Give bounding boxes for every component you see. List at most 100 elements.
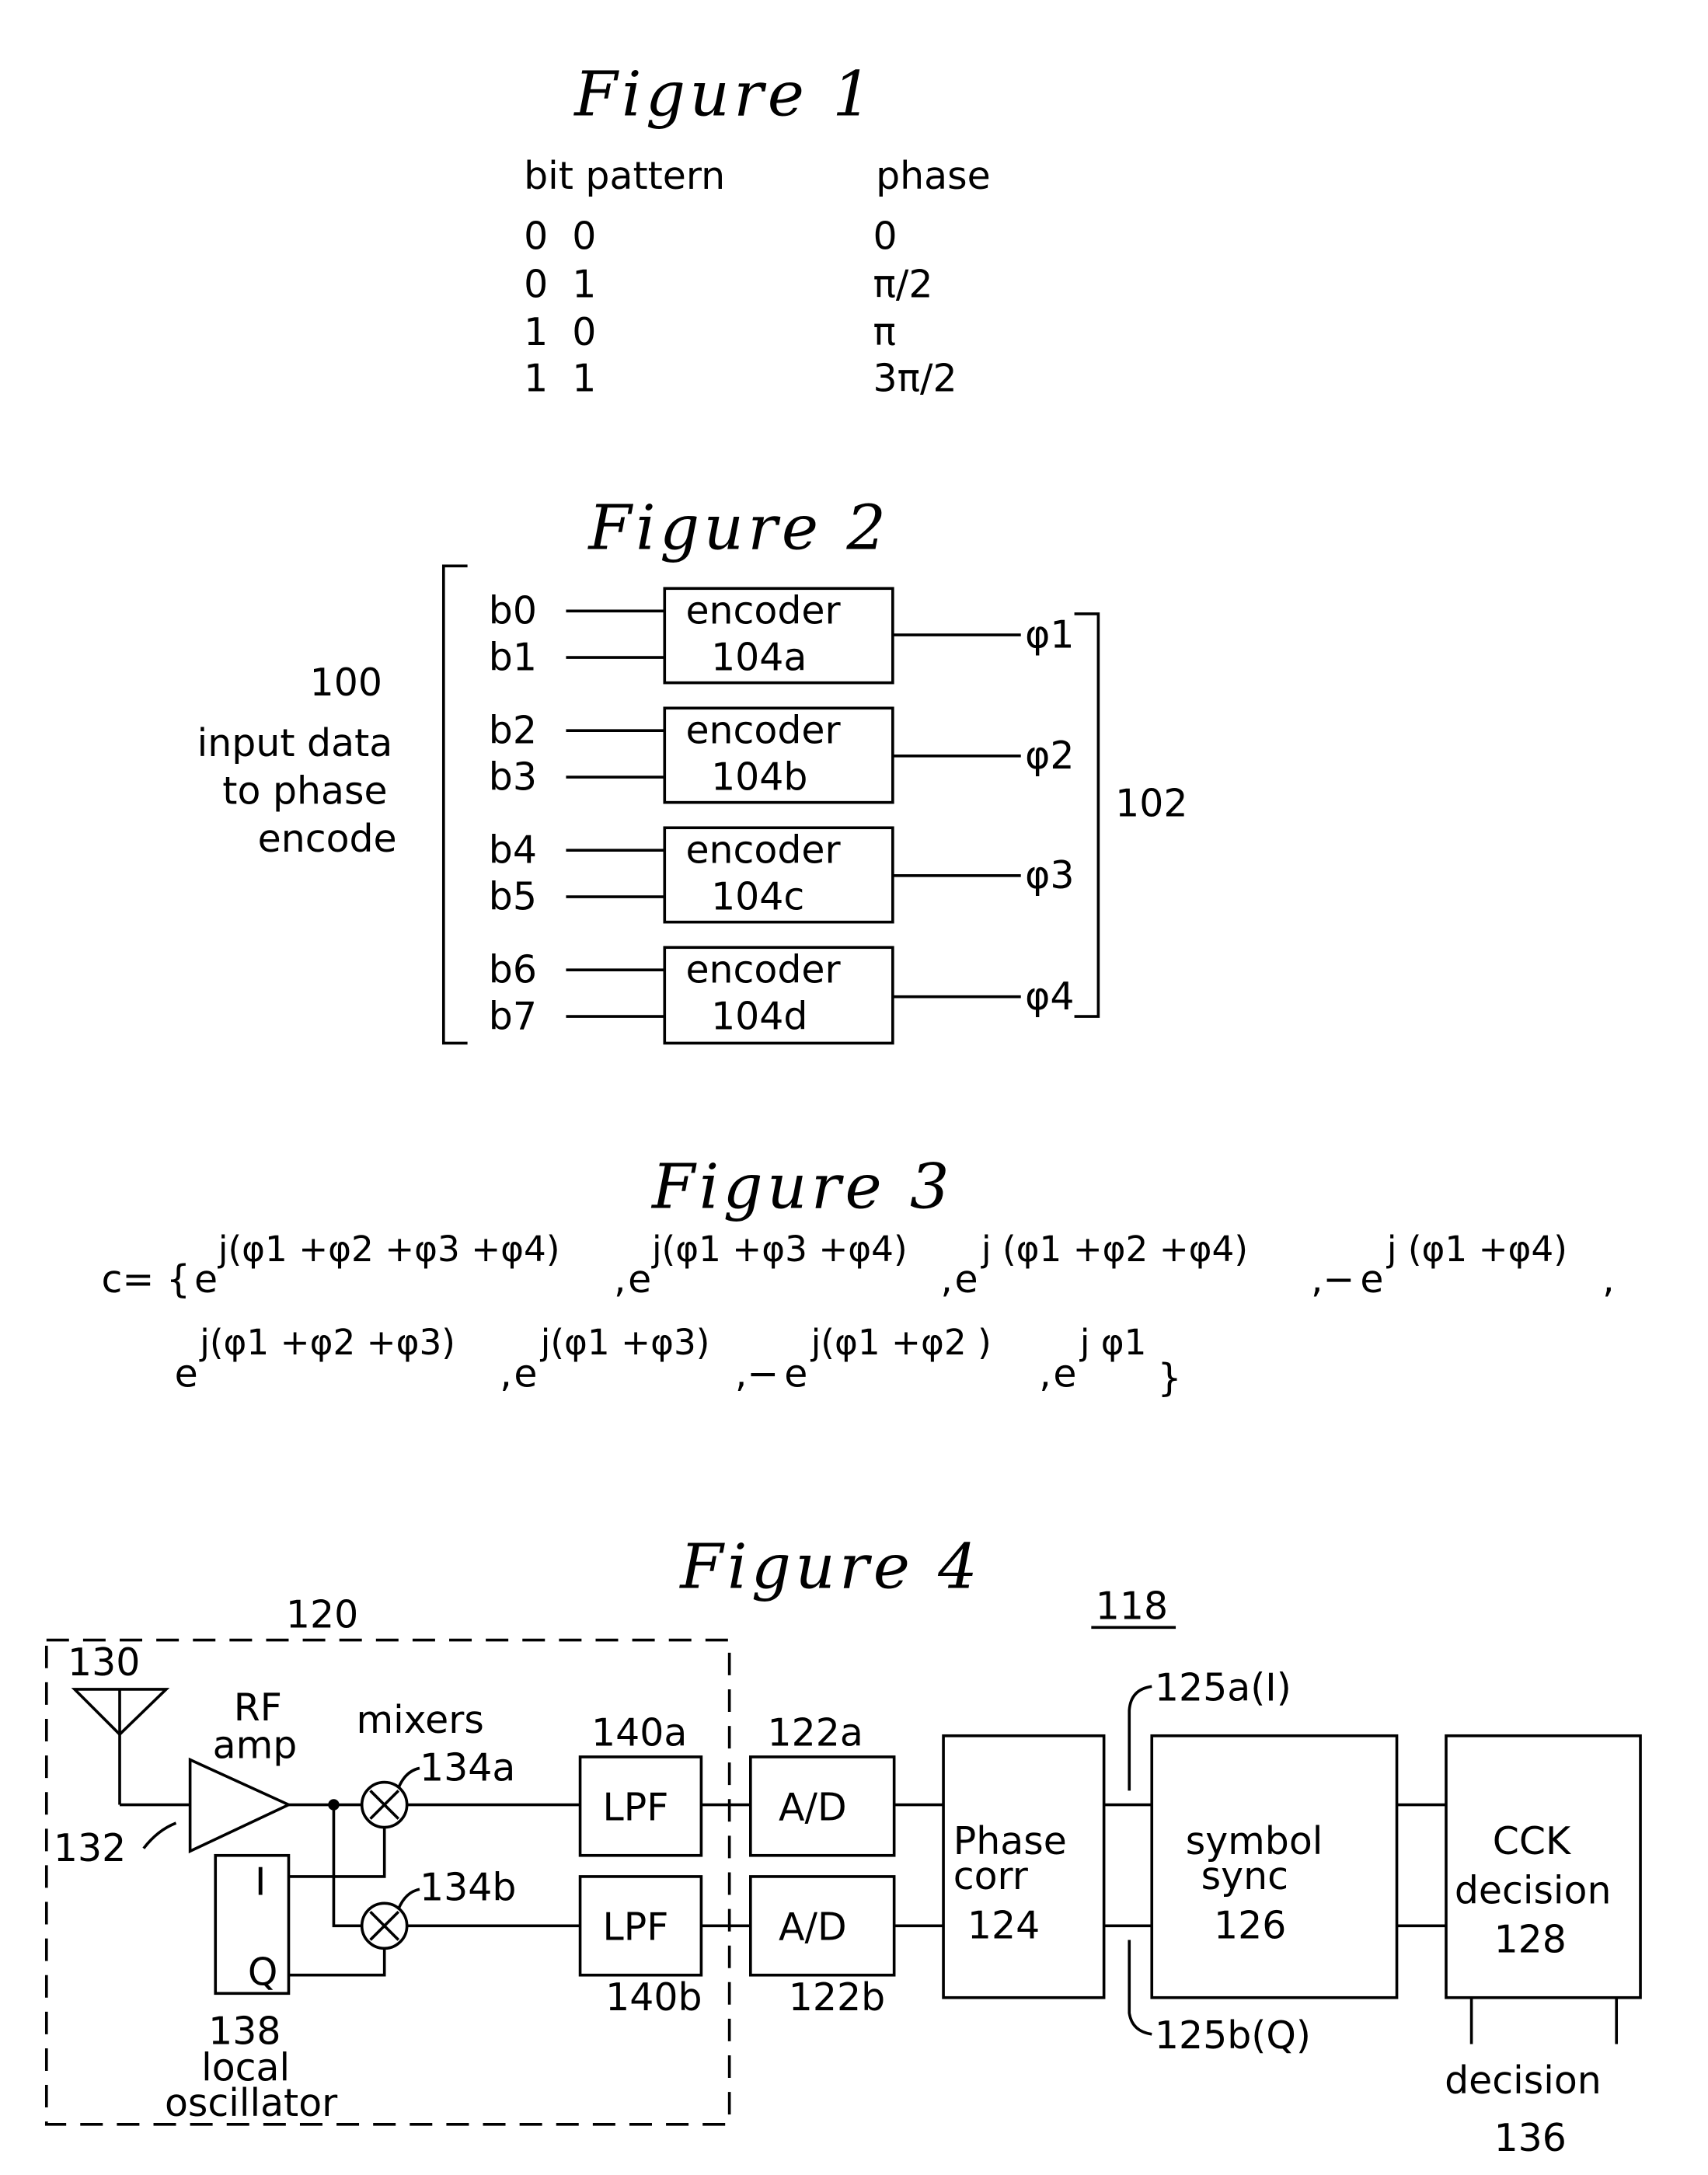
symbol-sync: symbol sync 126	[1150, 1734, 1446, 1999]
amplifier-triangle-icon	[188, 1757, 292, 1854]
equation-prefix: c= {	[101, 1257, 190, 1302]
low-pass-filters: 140a LPF LPF 140b	[578, 1710, 751, 2020]
input-bracket	[441, 564, 468, 1045]
term-4-sign: ,−	[1311, 1257, 1355, 1302]
header-bit-pattern: bit pattern	[524, 154, 725, 198]
encoder-ref: 104a	[711, 635, 807, 679]
rf-amp-leader	[142, 1821, 177, 1849]
mixer-b-ref-134b: 134b	[420, 1866, 516, 1910]
term-4-base: e	[1360, 1257, 1383, 1302]
figure-4: Figure 4 118 120 130 RF amp 132 mixers 1…	[44, 1531, 1642, 2160]
term-2-exponent: j(φ1 +φ3 +φ4)	[651, 1229, 908, 1270]
term-6-base: e	[514, 1351, 537, 1396]
term-3-exponent: j (φ1 +φ2 +φ4)	[981, 1229, 1248, 1270]
header-phase: phase	[876, 154, 991, 198]
analog-to-digital-converters: 122a A/D A/D 122b	[749, 1710, 944, 2020]
term-8-sign: ,	[1039, 1351, 1051, 1396]
term-5-base: e	[175, 1351, 198, 1396]
input-b6: b6	[489, 948, 537, 992]
term-7-base: e	[784, 1351, 807, 1396]
output-ref-102: 102	[1115, 782, 1187, 826]
lo-i-wire	[288, 1827, 386, 1878]
lo-port-q: Q	[248, 1950, 278, 1994]
decision-ref-136: 136	[1494, 2116, 1567, 2160]
encoder-104d: b6 b7 encoder 104d φ4	[489, 946, 1075, 1045]
patent-drawing-sheet: Figure 1 bit pattern phase 0 0 0 0 1 π/2…	[0, 0, 1708, 2175]
local-oscillator: I Q 138 local oscillator	[165, 1827, 386, 2125]
path-i-ref-125a: 125a(I)	[1155, 1665, 1291, 1710]
lpf-b-label: LPF	[603, 1905, 669, 1949]
input-b4: b4	[489, 828, 537, 873]
figure-1-title: Figure 1	[573, 58, 876, 131]
input-b0: b0	[489, 589, 537, 633]
input-b1: b1	[489, 635, 537, 679]
figure-1: Figure 1 bit pattern phase 0 0 0 0 1 π/2…	[524, 58, 991, 401]
term-6-sign: ,	[500, 1351, 512, 1396]
encoder-ref: 104b	[711, 755, 807, 799]
cck-label-2: decision	[1455, 1868, 1612, 1912]
term-7-exponent: j(φ1 +φ2 )	[810, 1322, 992, 1363]
figure-3: Figure 3 c= { e j(φ1 +φ2 +φ3 +φ4) , e j(…	[101, 1150, 1614, 1400]
output-phi1: φ1	[1025, 612, 1074, 657]
term-6-exponent: j(φ1 +φ3)	[540, 1322, 710, 1363]
system-ref-118: 118	[1096, 1584, 1168, 1628]
adc-b-ref-122b: 122b	[789, 1975, 885, 2020]
term-2-sign: ,	[614, 1257, 626, 1302]
mixer-a-ref-134a: 134a	[420, 1746, 515, 1790]
lo-q-wire	[288, 1948, 386, 1977]
equation-suffix: }	[1157, 1356, 1181, 1400]
adc-b-label: A/D	[779, 1905, 847, 1949]
encoder-label: encoder	[685, 828, 841, 873]
input-label-line-1: input data	[197, 721, 393, 765]
path-q-leader	[1128, 1940, 1152, 2036]
frontend-ref-120: 120	[286, 1592, 358, 1636]
phase-row-3: π	[873, 310, 895, 354]
adc-a-ref-122a: 122a	[768, 1710, 863, 1755]
antenna-ref-130: 130	[68, 1640, 140, 1685]
input-ref-100: 100	[310, 661, 382, 705]
path-i-leader	[1128, 1685, 1152, 1791]
mixer-b-cross	[369, 1910, 400, 1941]
lpf-a-ref-140a: 140a	[591, 1710, 687, 1755]
encoder-ref: 104c	[711, 874, 804, 918]
cck-label-1: CCK	[1493, 1819, 1572, 1863]
term-3-sign: ,	[940, 1257, 953, 1302]
cck-ref-128: 128	[1494, 1918, 1567, 1962]
lpf-a-label: LPF	[603, 1785, 669, 1829]
term-1-base: e	[194, 1257, 218, 1302]
bit-row-2: 0 1	[524, 262, 596, 306]
mixer-a-cross	[369, 1790, 400, 1820]
figure-2-title: Figure 2	[587, 492, 890, 564]
input-b2: b2	[489, 709, 537, 753]
term-3-base: e	[955, 1257, 978, 1302]
bit-row-4: 1 1	[524, 357, 596, 401]
bit-row-3: 1 0	[524, 310, 596, 354]
lpf-b-ref-140b: 140b	[605, 1975, 702, 2020]
rf-amp-label-2: amp	[213, 1724, 298, 1768]
figure-3-title: Figure 3	[650, 1150, 953, 1222]
input-b7: b7	[489, 994, 537, 1038]
output-phi4: φ4	[1025, 974, 1074, 1019]
encoder-104b: b2 b3 encoder 104b φ2	[489, 706, 1075, 804]
mixer-a-leader	[397, 1766, 420, 1789]
lo-label-2: oscillator	[165, 2081, 338, 2125]
lo-port-i: I	[255, 1860, 266, 1904]
input-label-line-3: encode	[258, 817, 397, 861]
encoder-label: encoder	[685, 709, 841, 753]
line-1-trailing-comma: ,	[1602, 1257, 1615, 1302]
term-8-exponent: j φ1	[1079, 1322, 1147, 1363]
term-7-sign: ,−	[735, 1351, 779, 1396]
encoder-label: encoder	[685, 948, 841, 992]
figure-2: Figure 2 100 input data to phase encode …	[197, 492, 1188, 1045]
symbol-sync-label-2: sync	[1201, 1854, 1288, 1898]
input-b3: b3	[489, 755, 537, 799]
phase-row-4: 3π/2	[873, 357, 957, 401]
rf-split-wire	[332, 1804, 362, 1928]
encoder-ref: 104d	[711, 994, 807, 1038]
input-label-line-2: to phase	[222, 769, 387, 813]
drawing-canvas: Figure 1 bit pattern phase 0 0 0 0 1 π/2…	[44, 58, 1642, 2160]
term-8-base: e	[1053, 1351, 1076, 1396]
rf-amp-ref-132: 132	[54, 1826, 126, 1870]
mixers: mixers 134a 134b	[332, 1698, 580, 1950]
encoder-label: encoder	[685, 589, 841, 633]
